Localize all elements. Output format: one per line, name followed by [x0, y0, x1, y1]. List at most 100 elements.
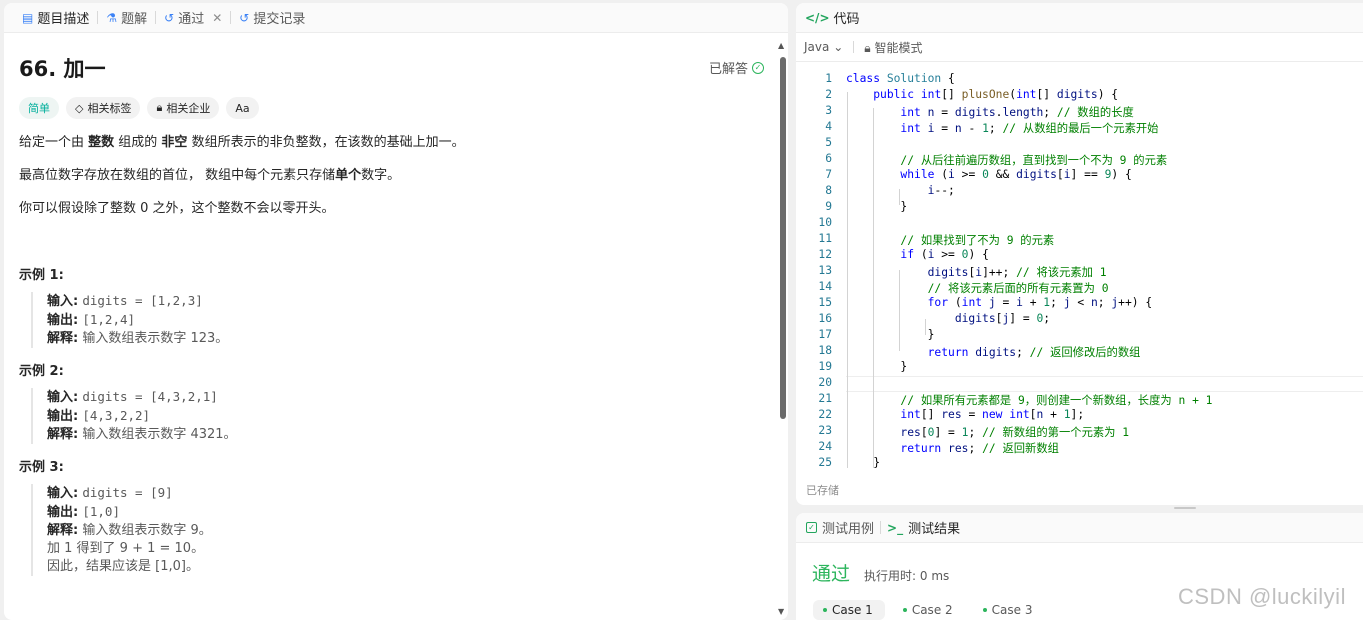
- output-label: 输出:: [47, 313, 79, 328]
- editor-toolbar: Java ⌄ 🔒︎ 智能模式: [796, 33, 1363, 62]
- line-number: 14: [818, 280, 832, 293]
- related-tags-label: 相关标签: [87, 102, 132, 115]
- text: 组成的: [114, 135, 162, 150]
- line-number: 8: [825, 184, 832, 197]
- line-number: 17: [818, 328, 832, 341]
- code-line: digits[i]++; // 将该元素加 1: [927, 266, 1107, 279]
- code-line: while (i >= 0 && digits[i] == 9) {: [900, 168, 1132, 181]
- scrollbar-thumb[interactable]: [780, 57, 786, 419]
- line-number: 7: [825, 168, 832, 181]
- result-status: 通过: [812, 563, 851, 585]
- line-number: 22: [818, 408, 832, 421]
- input-value: digits = [4,3,2,1]: [82, 389, 218, 404]
- scroll-up-icon[interactable]: ▲: [778, 41, 784, 50]
- current-line-highlight: [846, 376, 1363, 392]
- tab-submissions[interactable]: ↺ 提交记录: [231, 3, 313, 33]
- tag-icon: ◇: [75, 101, 84, 115]
- bold-text: 单个: [335, 168, 362, 183]
- case-tab-1[interactable]: Case 1: [813, 600, 885, 620]
- solved-status: 已解答 ✓: [709, 58, 764, 77]
- difficulty-badge: 简单: [19, 97, 59, 119]
- case-tabs: Case 1 Case 2 Case 3: [813, 600, 1044, 620]
- explain-value: 输入数组表示数字 4321。: [82, 427, 237, 442]
- code-line: return digits; // 返回修改后的数组: [927, 346, 1141, 359]
- problem-description: 66. 加一 已解答 ✓ 简单 ◇ 相关标签 🔒︎ 相关企业 Aa 给定一个由 整数…: [19, 53, 764, 576]
- related-companies-button[interactable]: 🔒︎ 相关企业: [147, 97, 220, 119]
- output-value: [4,3,2,2]: [82, 408, 151, 423]
- close-icon[interactable]: ✕: [212, 11, 222, 25]
- line-number: 2: [825, 88, 832, 101]
- tab-test-result[interactable]: >_ 测试结果: [887, 518, 960, 538]
- solved-label: 已解答: [708, 62, 748, 77]
- line-number: 19: [818, 360, 832, 373]
- smart-mode-toggle[interactable]: 🔒︎ 智能模式: [864, 39, 922, 56]
- explain-value: 输入数组表示数字 123。: [82, 331, 229, 346]
- description-paragraph-3: 你可以假设除了整数 0 之外，这个整数不会以零开头。: [19, 201, 335, 216]
- result-tabbar: ✓ 测试用例 >_ 测试结果: [796, 513, 1363, 543]
- line-number: 21: [818, 392, 832, 405]
- code-line: }: [846, 200, 908, 213]
- case-tab-3[interactable]: Case 3: [973, 600, 1045, 620]
- line-number: 12: [818, 248, 832, 261]
- text: 给定一个由: [19, 135, 89, 150]
- language-label: Java: [804, 40, 830, 54]
- output-value: [1,2,4]: [82, 312, 136, 327]
- code-line: int i = n - 1; // 从数组的最后一个元素开始: [900, 122, 1159, 135]
- line-number: 5: [825, 136, 832, 149]
- code-line: // 从后往前遍历数组，直到找到一个不为 9 的元素: [900, 154, 1168, 167]
- language-select[interactable]: Java ⌄: [804, 40, 843, 54]
- example-title: 示例 2:: [19, 364, 64, 379]
- related-tags-button[interactable]: ◇ 相关标签: [66, 97, 141, 119]
- problem-tabbar: ▤ 题目描述 ⚗ 题解 ↺ 通过 ✕ ↺ 提交记录: [4, 3, 788, 33]
- tab-solutions[interactable]: ⚗ 题解: [98, 3, 155, 33]
- code-line: // 如果所有元素都是 9，则创建一个新数组，长度为 n + 1: [900, 394, 1213, 407]
- bold-text: 非空: [161, 135, 188, 150]
- bold-text: 整数: [88, 135, 115, 150]
- tab-label: 通过: [178, 12, 205, 27]
- code-line: i--;: [927, 184, 955, 197]
- case-label: Case 3: [991, 603, 1033, 617]
- code-line: return res; // 返回新数组: [900, 442, 1059, 455]
- code-line: // 如果找到了不为 9 的元素: [900, 234, 1055, 247]
- code-line: res[0] = 1; // 新数组的第一个元素为 1: [900, 426, 1130, 439]
- scroll-down-icon[interactable]: ▼: [778, 607, 784, 616]
- input-value: digits = [1,2,3]: [82, 293, 203, 308]
- case-tab-2[interactable]: Case 2: [893, 600, 965, 620]
- text: 数组所表示的非负整数，在该数的基础上加一。: [187, 135, 465, 150]
- description-paragraph-1: 给定一个由 整数 组成的 非空 数组所表示的非负整数，在该数的基础上加一。: [19, 133, 764, 153]
- history-icon: ↺: [164, 10, 175, 25]
- code-line: int n = digits.length; // 数组的长度: [900, 106, 1134, 119]
- panel-resize-handle[interactable]: [1174, 507, 1196, 509]
- code-title: 代码: [833, 12, 860, 27]
- runtime-label: 执行用时: 0 ms: [864, 569, 950, 583]
- doc-icon: ▤: [22, 10, 34, 25]
- text: 最高位数字存放在数组的首位， 数组中每个元素只存储: [19, 168, 336, 183]
- explain-line: 因此，结果应该是 [1,0]。: [47, 559, 199, 574]
- tab-description[interactable]: ▤ 题目描述: [14, 3, 97, 33]
- tab-accepted[interactable]: ↺ 通过 ✕: [156, 3, 230, 33]
- problem-title[interactable]: 66. 加一: [19, 53, 764, 83]
- line-number: 9: [825, 200, 832, 213]
- output-label: 输出:: [47, 505, 79, 520]
- input-label: 输入:: [47, 486, 79, 501]
- example-block: 输入: digits = [9] 输出: [1,0] 解释: 输入数组表示数字 …: [31, 484, 764, 576]
- translate-button[interactable]: Aa: [226, 97, 259, 119]
- line-number: 24: [818, 440, 832, 453]
- line-number: 1: [825, 72, 832, 85]
- line-number: 25: [818, 456, 832, 469]
- pass-dot-icon: [982, 608, 987, 612]
- flask-icon: ⚗: [106, 10, 118, 25]
- translate-icon: Aa: [235, 101, 250, 115]
- terminal-icon: >_: [887, 520, 904, 535]
- scrollbar[interactable]: ▲ ▼: [778, 41, 786, 616]
- saved-status: 已存储: [806, 484, 839, 497]
- code-line: }: [846, 328, 935, 341]
- tab-testcases[interactable]: ✓ 测试用例: [806, 518, 874, 537]
- pass-dot-icon: [823, 608, 827, 612]
- explain-label: 解释:: [47, 523, 79, 538]
- code-line: }: [846, 360, 908, 373]
- code-editor[interactable]: 1 2 3 4 5 6 7 8 9 10 11 12 13 14 15 16 17 18 19 20 21 22 23 24 2…: [796, 68, 1363, 469]
- line-number: 16: [818, 312, 832, 325]
- explain-label: 解释:: [47, 331, 79, 346]
- lock-icon: 🔒︎: [864, 40, 871, 55]
